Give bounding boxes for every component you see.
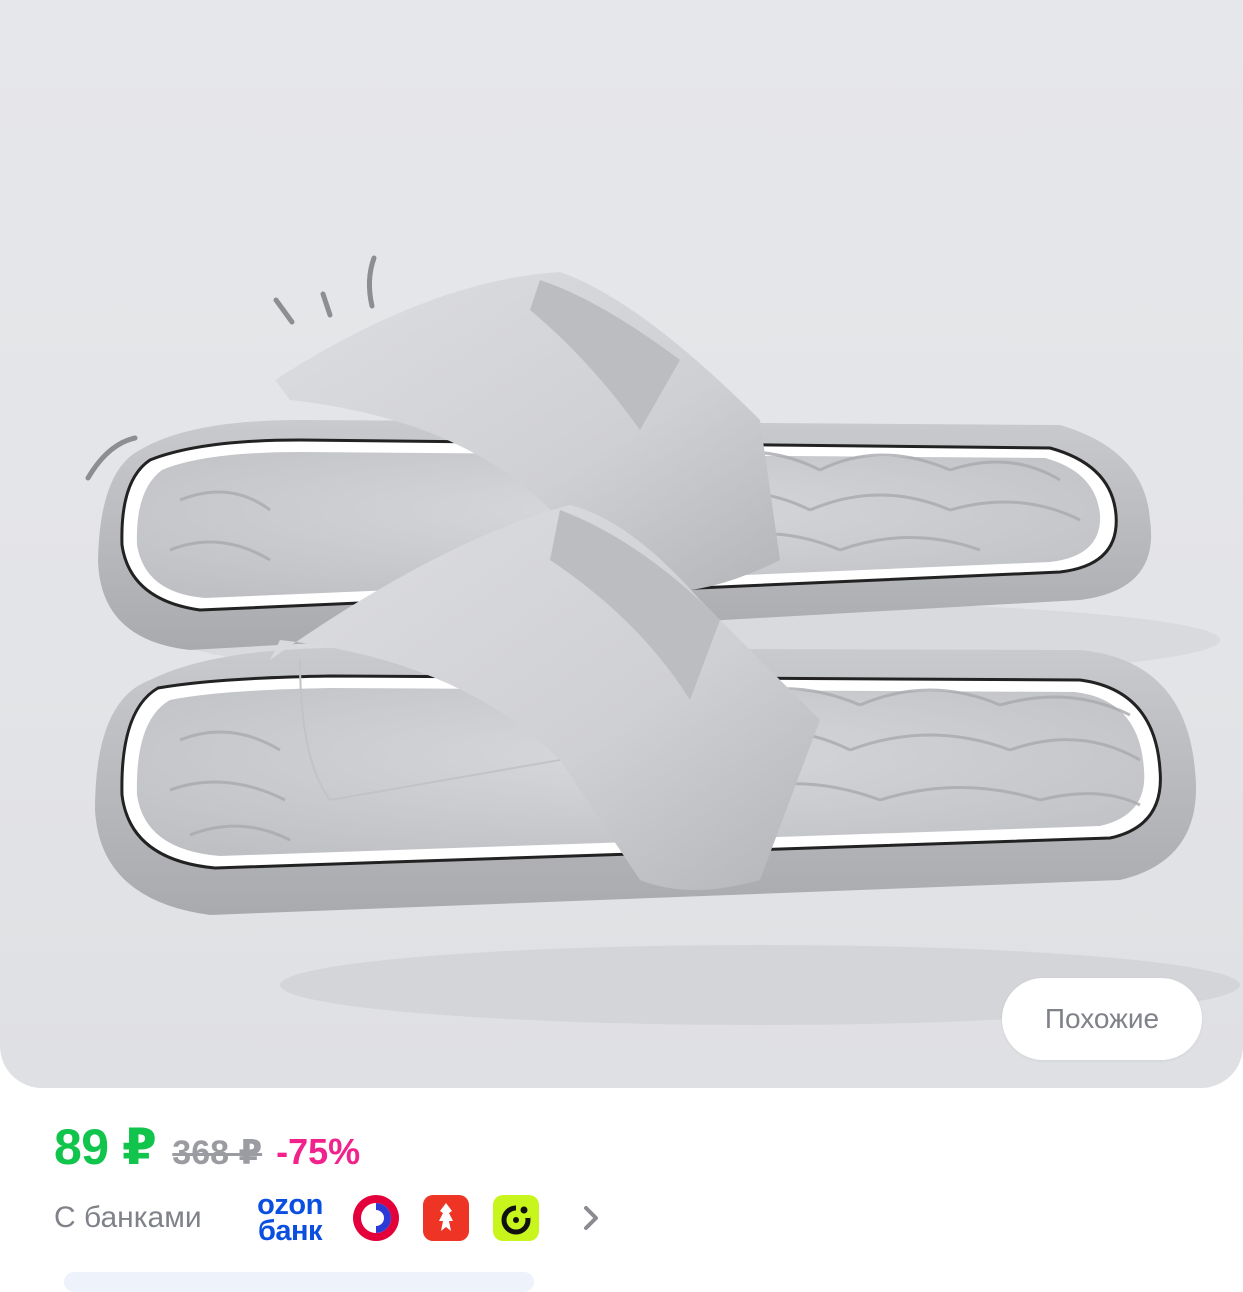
similar-button[interactable]: Похожие — [1002, 978, 1202, 1060]
current-price: 89 ₽ — [54, 1119, 157, 1175]
old-price: 368 ₽ — [172, 1134, 263, 1172]
alfa-bank-icon — [423, 1195, 469, 1241]
banks-label: С банками — [54, 1201, 202, 1234]
discount-badge: -75% — [276, 1131, 361, 1172]
slippers-illustration — [85, 255, 1240, 1025]
chevron-right-icon[interactable] — [576, 1198, 606, 1238]
product-image[interactable]: Похожие — [0, 0, 1243, 1088]
sber-bank-icon — [353, 1195, 399, 1241]
bank-offers-row[interactable]: С банками ozon банк — [54, 1188, 606, 1248]
ozon-bank-logo: ozon банк — [250, 1190, 330, 1247]
mts-bank-icon — [493, 1195, 539, 1241]
ozon-bank-logo-line2: банк — [257, 1215, 323, 1247]
bottom-panel-edge — [64, 1272, 534, 1292]
price-row: 89 ₽ 368 ₽ -75% — [54, 1118, 360, 1176]
